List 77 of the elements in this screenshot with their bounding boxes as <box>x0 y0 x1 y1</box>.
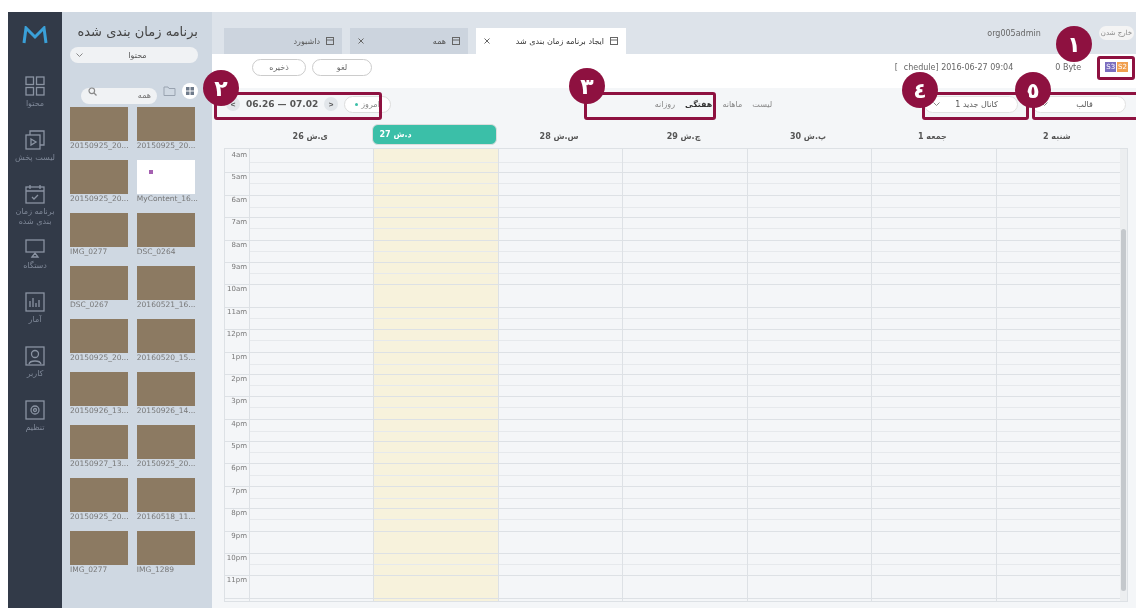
blank-thumbnail[interactable] <box>136 160 195 194</box>
filter-dropdown[interactable]: محتوا <box>70 47 198 63</box>
photo-placeholder[interactable] <box>70 213 128 247</box>
photo-placeholder[interactable] <box>136 107 195 141</box>
user-name: org005admin <box>987 28 1041 38</box>
scrollbar[interactable] <box>1120 149 1127 601</box>
day-label: شنبه 2 <box>1041 130 1072 142</box>
grid-view-icon[interactable] <box>182 83 198 99</box>
chevron-down-icon <box>933 102 940 106</box>
bracket-text: [ <box>894 62 898 72</box>
day-label: چ.ش 29 <box>665 130 702 142</box>
tab[interactable]: ایجاد برنامه زمان بندی شد <box>476 28 626 54</box>
search-field[interactable]: همه <box>81 87 157 104</box>
grid-icon <box>25 76 45 96</box>
logo-icon <box>22 26 48 44</box>
photo-placeholder[interactable] <box>70 425 128 459</box>
nav-item[interactable]: آمار <box>8 292 62 336</box>
day-label: ی.ش 26 <box>291 130 329 142</box>
today-column[interactable] <box>373 149 498 601</box>
nav-item[interactable]: دستگاه <box>8 238 62 282</box>
cancel-button[interactable]: لغو <box>312 58 372 76</box>
search-icon <box>88 87 97 96</box>
photo-placeholder[interactable] <box>70 531 128 565</box>
nav-item[interactable]: محتوا <box>8 76 62 120</box>
photo-placeholder[interactable] <box>136 478 195 512</box>
close-icon[interactable] <box>358 38 364 44</box>
user-icon <box>25 346 45 366</box>
photo-placeholder[interactable] <box>136 531 195 565</box>
chart-icon <box>25 292 45 312</box>
today-button[interactable]: امروز <box>344 95 391 113</box>
photo-placeholder[interactable] <box>136 372 195 406</box>
day-label: جمعه 1 <box>916 130 948 142</box>
channel-dropdown[interactable]: کانال جدید 1 <box>924 95 1018 113</box>
day-label: پ.ش 30 <box>788 130 827 142</box>
photo-placeholder[interactable] <box>70 319 128 353</box>
schedule-info: chedule] 2016-06-27 09:04 <box>903 62 1014 72</box>
photo-placeholder[interactable] <box>136 213 195 247</box>
day-column[interactable] <box>497 149 623 601</box>
chevron-down-icon <box>76 53 83 57</box>
nav-item[interactable]: کاربر <box>8 346 62 390</box>
folder-icon[interactable] <box>163 86 176 96</box>
settings-icon <box>25 400 45 420</box>
view-tab[interactable]: روزانه <box>654 99 676 109</box>
chevron-down-icon <box>1041 102 1048 106</box>
file-size: 0 Byte <box>1055 62 1082 72</box>
nav-item[interactable]: تنظیم <box>8 400 62 444</box>
date-range: 06.26 — 07.02 <box>246 99 319 109</box>
panel-title: برنامه زمان بندی شده <box>76 24 198 39</box>
day-column[interactable] <box>995 149 1120 601</box>
photo-placeholder[interactable] <box>70 372 128 406</box>
save-button[interactable]: ذخیره <box>252 58 306 76</box>
monitor-icon <box>25 238 45 258</box>
photo-placeholder[interactable] <box>136 425 195 459</box>
view-tab[interactable]: هفتگی <box>685 99 713 109</box>
view-tab[interactable]: ماهانه <box>722 99 743 109</box>
nav-item[interactable]: لیست پخش <box>8 130 62 174</box>
callout-frame <box>1097 56 1135 80</box>
day-column[interactable] <box>249 149 374 601</box>
close-icon[interactable] <box>484 38 490 44</box>
playlist-icon <box>25 130 45 150</box>
today-day-label: د.ش 27 <box>372 123 497 145</box>
next-button[interactable]: > <box>324 97 339 111</box>
photo-placeholder[interactable] <box>136 266 195 300</box>
tab-icon <box>452 37 460 45</box>
view-tab[interactable]: لیست <box>752 99 773 109</box>
tab-icon <box>610 37 618 45</box>
tab-icon <box>326 37 334 45</box>
photo-placeholder[interactable] <box>136 319 195 353</box>
photo-placeholder[interactable] <box>70 478 128 512</box>
tab[interactable]: همه <box>350 28 468 54</box>
photo-placeholder[interactable] <box>70 107 128 141</box>
day-label: س.ش 28 <box>538 130 580 142</box>
photo-placeholder[interactable] <box>70 266 128 300</box>
tab[interactable]: داشبورد <box>224 28 342 54</box>
photo-placeholder[interactable] <box>70 160 128 194</box>
nav-item[interactable]: برنامه زمان بندی شده <box>8 184 62 228</box>
calendar-icon <box>25 184 45 204</box>
